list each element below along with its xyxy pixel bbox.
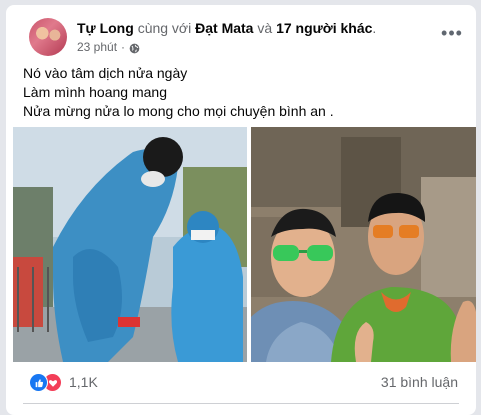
avatar[interactable] — [29, 18, 67, 56]
title-period: . — [372, 20, 377, 36]
with-text: cùng với — [137, 20, 192, 36]
meta-dot: · — [121, 40, 126, 54]
tagged-person[interactable]: Đạt Mata — [195, 20, 253, 36]
post-line-1: Nó vào tâm dịch nửa ngày — [23, 65, 188, 81]
post-card: Tự Long cùng với Đạt Mata và 17 người kh… — [6, 5, 476, 415]
post-line-3: Nửa mừng nửa lo mong cho mọi chuyện bình… — [23, 103, 334, 119]
photo-right[interactable] — [251, 127, 476, 362]
more-options-icon[interactable]: ••• — [438, 21, 466, 45]
divider — [23, 403, 459, 404]
and-text: và — [257, 20, 273, 36]
reaction-bar: 1,1K 31 bình luận — [6, 369, 476, 397]
photo-left[interactable] — [13, 127, 247, 362]
others-link[interactable]: 17 người khác — [276, 20, 372, 36]
author-name[interactable]: Tự Long — [77, 20, 134, 36]
reaction-icons[interactable] — [29, 373, 63, 392]
reaction-count[interactable]: 1,1K — [69, 374, 98, 390]
comment-count[interactable]: 31 bình luận — [381, 374, 458, 390]
post-title-line: Tự Long cùng với Đạt Mata và 17 người kh… — [77, 19, 376, 37]
photo-grid — [6, 127, 476, 364]
post-time[interactable]: 23 phút — [77, 39, 117, 55]
post-meta: 23 phút · — [77, 39, 140, 55]
post-body: Nó vào tâm dịch nửa ngày Làm mình hoang … — [23, 64, 334, 121]
globe-icon[interactable] — [129, 42, 140, 53]
post-line-2: Làm mình hoang mang — [23, 84, 167, 100]
like-icon — [29, 373, 48, 392]
post-header: Tự Long cùng với Đạt Mata và 17 người kh… — [6, 5, 476, 57]
